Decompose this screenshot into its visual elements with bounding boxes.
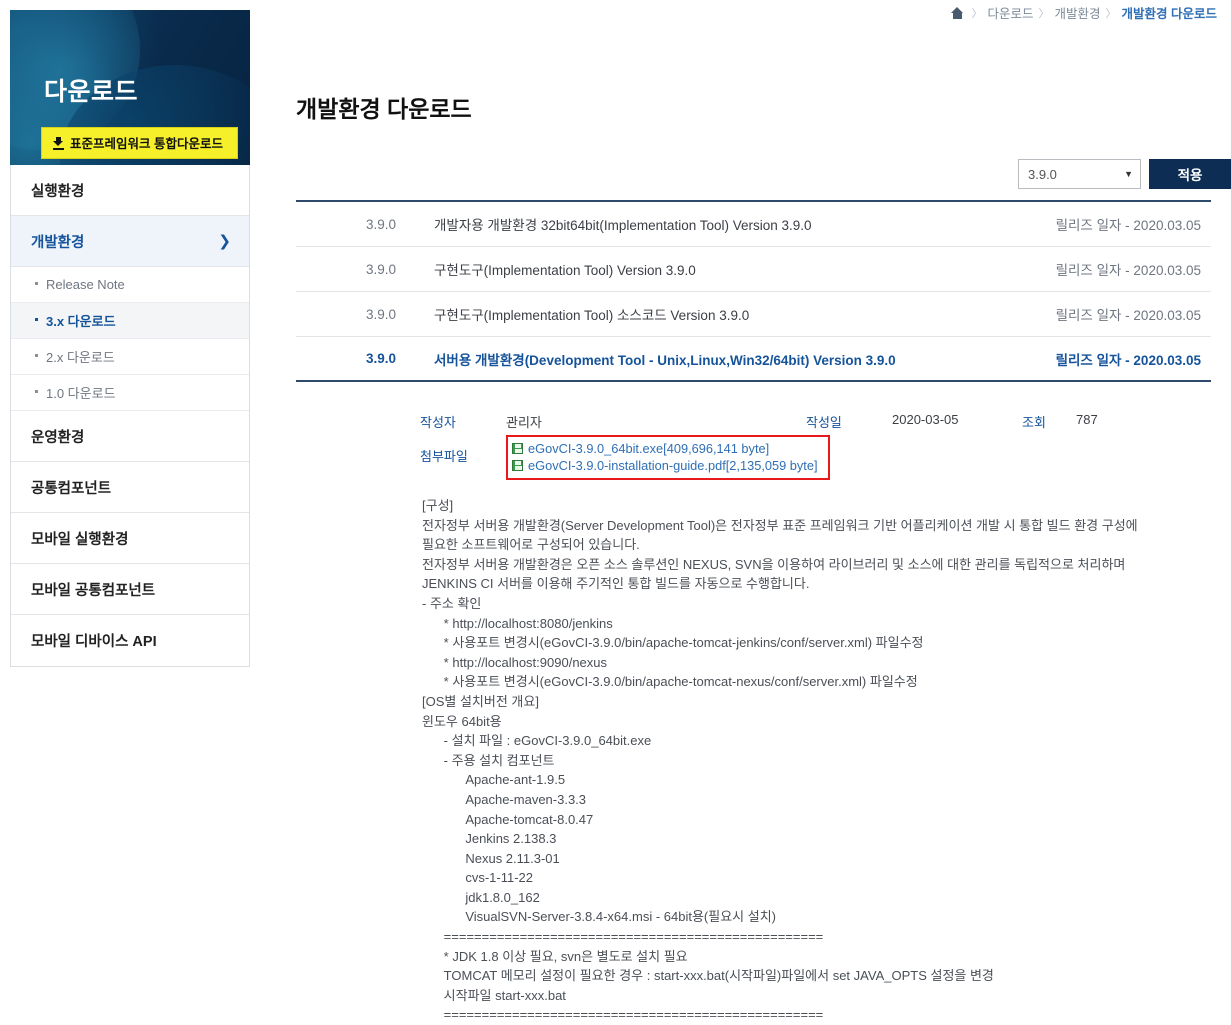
version-select[interactable]: 3.9.0 ▼	[1018, 159, 1141, 189]
version-filter: 3.9.0 ▼ 적용	[1018, 159, 1231, 189]
bullet-icon	[35, 318, 38, 321]
row-release-date: 릴리즈 일자 - 2020.03.05	[1055, 218, 1201, 233]
sidebar-item-label: 모바일 공통컴포넌트	[31, 582, 156, 599]
row-version: 3.9.0	[365, 351, 396, 366]
sidebar-item-label: 모바일 디바이스 API	[31, 634, 157, 650]
row-release-date: 릴리즈 일자 - 2020.03.05	[1055, 308, 1201, 323]
bullet-icon	[35, 390, 38, 393]
breadcrumb-item-current: 개발환경 다운로드	[1121, 7, 1217, 21]
row-release-date: 릴리즈 일자 - 2020.03.05	[1055, 263, 1201, 278]
sidebar-subitem-label: Release Note	[46, 277, 125, 292]
attachment-row: 첨부파일 eGovCI-3.9.0_64bit.exe[409,696,141 …	[420, 435, 1210, 480]
description-text: [구성] 전자정부 서버용 개발환경(Server Development To…	[422, 498, 1138, 1023]
apply-button[interactable]: 적용	[1149, 159, 1231, 189]
detail-meta: 작성자 관리자 작성일 2020-03-05 조회 787 첨부파일 eGovC…	[420, 412, 1210, 480]
bullet-icon	[35, 282, 38, 285]
row-version: 3.9.0	[365, 261, 396, 277]
floppy-disk-icon	[512, 460, 523, 471]
sidebar-subitem-3x-download[interactable]: 3.x 다운로드	[11, 303, 249, 339]
page-title: 개발환경 다운로드	[296, 96, 472, 122]
breadcrumb-separator: 〉	[1105, 7, 1117, 20]
row-name[interactable]: 구현도구(Implementation Tool) Version 3.9.0	[414, 259, 981, 279]
sidebar-subitem-label: 1.0 다운로드	[46, 386, 116, 401]
sidebar-subitem-2x-download[interactable]: 2.x 다운로드	[11, 339, 249, 375]
breadcrumb: 〉 다운로드 〉 개발환경 〉 개발환경 다운로드	[951, 3, 1217, 22]
integrated-download-label: 표준프레임워크 통합다운로드	[70, 137, 223, 151]
version-select-value: 3.9.0	[1028, 166, 1057, 182]
sidebar-item-dev-env[interactable]: 개발환경 ❯	[11, 216, 249, 267]
sidebar-title: 다운로드	[44, 78, 139, 106]
row-name[interactable]: 개발자용 개발환경 32bit64bit(Implementation Tool…	[414, 214, 981, 234]
views-label: 조회	[1022, 415, 1046, 430]
breadcrumb-separator: 〉	[971, 7, 983, 20]
breadcrumb-separator: 〉	[1038, 7, 1050, 20]
breadcrumb-item-download[interactable]: 다운로드	[987, 3, 1033, 22]
sidebar-subitem-10-download[interactable]: 1.0 다운로드	[11, 375, 249, 411]
attachment-file-pdf[interactable]: eGovCI-3.9.0-installation-guide.pdf[2,13…	[512, 457, 818, 474]
row-version: 3.9.0	[365, 306, 396, 322]
table-row[interactable]: 3.9.0 구현도구(Implementation Tool) Version …	[296, 247, 1211, 292]
download-icon	[53, 136, 64, 150]
sidebar-item-label: 공통컴포넌트	[31, 480, 112, 497]
meta-row-writer: 작성자 관리자 작성일 2020-03-05 조회 787	[420, 412, 1210, 431]
floppy-disk-icon	[512, 443, 523, 454]
attachment-file-exe[interactable]: eGovCI-3.9.0_64bit.exe[409,696,141 byte]	[512, 440, 818, 457]
sidebar-item-runtime-env[interactable]: 실행환경	[11, 165, 249, 216]
sidebar-subitem-label: 3.x 다운로드	[46, 314, 116, 329]
chevron-down-icon: ▼	[1124, 169, 1133, 179]
chevron-right-icon: ❯	[218, 232, 231, 250]
sidebar-nav: 실행환경 개발환경 ❯ Release Note 3.x 다운로드 2.x 다운…	[10, 165, 250, 667]
attachment-label: 첨부파일	[420, 449, 468, 464]
integrated-download-button[interactable]: 표준프레임워크 통합다운로드	[41, 127, 238, 159]
sidebar-item-label: 실행환경	[31, 183, 85, 200]
sidebar-item-mobile-runtime-env[interactable]: 모바일 실행환경	[11, 513, 249, 564]
sidebar-subitem-label: 2.x 다운로드	[46, 350, 115, 365]
views-value: 787	[1076, 412, 1098, 427]
writer-label: 작성자	[420, 415, 456, 430]
row-name[interactable]: 구현도구(Implementation Tool) 소스코드 Version 3…	[414, 304, 981, 324]
sidebar-item-mobile-device-api[interactable]: 모바일 디바이스 API	[11, 615, 249, 666]
attachment-file-name: eGovCI-3.9.0_64bit.exe[409,696,141 byte]	[528, 441, 770, 456]
table-row-selected[interactable]: 3.9.0 서버용 개발환경(Development Tool - Unix,L…	[296, 337, 1211, 382]
row-version: 3.9.0	[365, 216, 396, 232]
attachment-file-name: eGovCI-3.9.0-installation-guide.pdf[2,13…	[528, 458, 818, 473]
created-date-label: 작성일	[806, 415, 842, 430]
table-row[interactable]: 3.9.0 개발자용 개발환경 32bit64bit(Implementatio…	[296, 202, 1211, 247]
row-release-date: 릴리즈 일자 - 2020.03.05	[1055, 352, 1201, 368]
sidebar-item-mobile-common-component[interactable]: 모바일 공통컴포넌트	[11, 564, 249, 615]
created-date-value: 2020-03-05	[892, 412, 959, 427]
sidebar-header: 다운로드 표준프레임워크 통합다운로드	[10, 10, 250, 165]
home-icon[interactable]	[951, 6, 964, 19]
writer-value: 관리자	[506, 415, 542, 430]
sidebar-item-label: 개발환경	[31, 234, 85, 251]
download-table: 3.9.0 개발자용 개발환경 32bit64bit(Implementatio…	[296, 200, 1211, 382]
sidebar-item-operation-env[interactable]: 운영환경	[11, 411, 249, 462]
bullet-icon	[35, 354, 38, 357]
attachment-highlight-box: eGovCI-3.9.0_64bit.exe[409,696,141 byte]…	[506, 435, 830, 480]
sidebar: 다운로드 표준프레임워크 통합다운로드 실행환경 개발환경 ❯ Release …	[10, 10, 250, 667]
table-row[interactable]: 3.9.0 구현도구(Implementation Tool) 소스코드 Ver…	[296, 292, 1211, 337]
row-name[interactable]: 서버용 개발환경(Development Tool - Unix,Linux,W…	[414, 349, 981, 369]
breadcrumb-item-dev-env[interactable]: 개발환경	[1055, 3, 1101, 22]
sidebar-item-label: 운영환경	[31, 429, 85, 446]
sidebar-item-common-component[interactable]: 공통컴포넌트	[11, 462, 249, 513]
sidebar-item-label: 모바일 실행환경	[31, 531, 129, 548]
sidebar-subitem-release-note[interactable]: Release Note	[11, 267, 249, 303]
